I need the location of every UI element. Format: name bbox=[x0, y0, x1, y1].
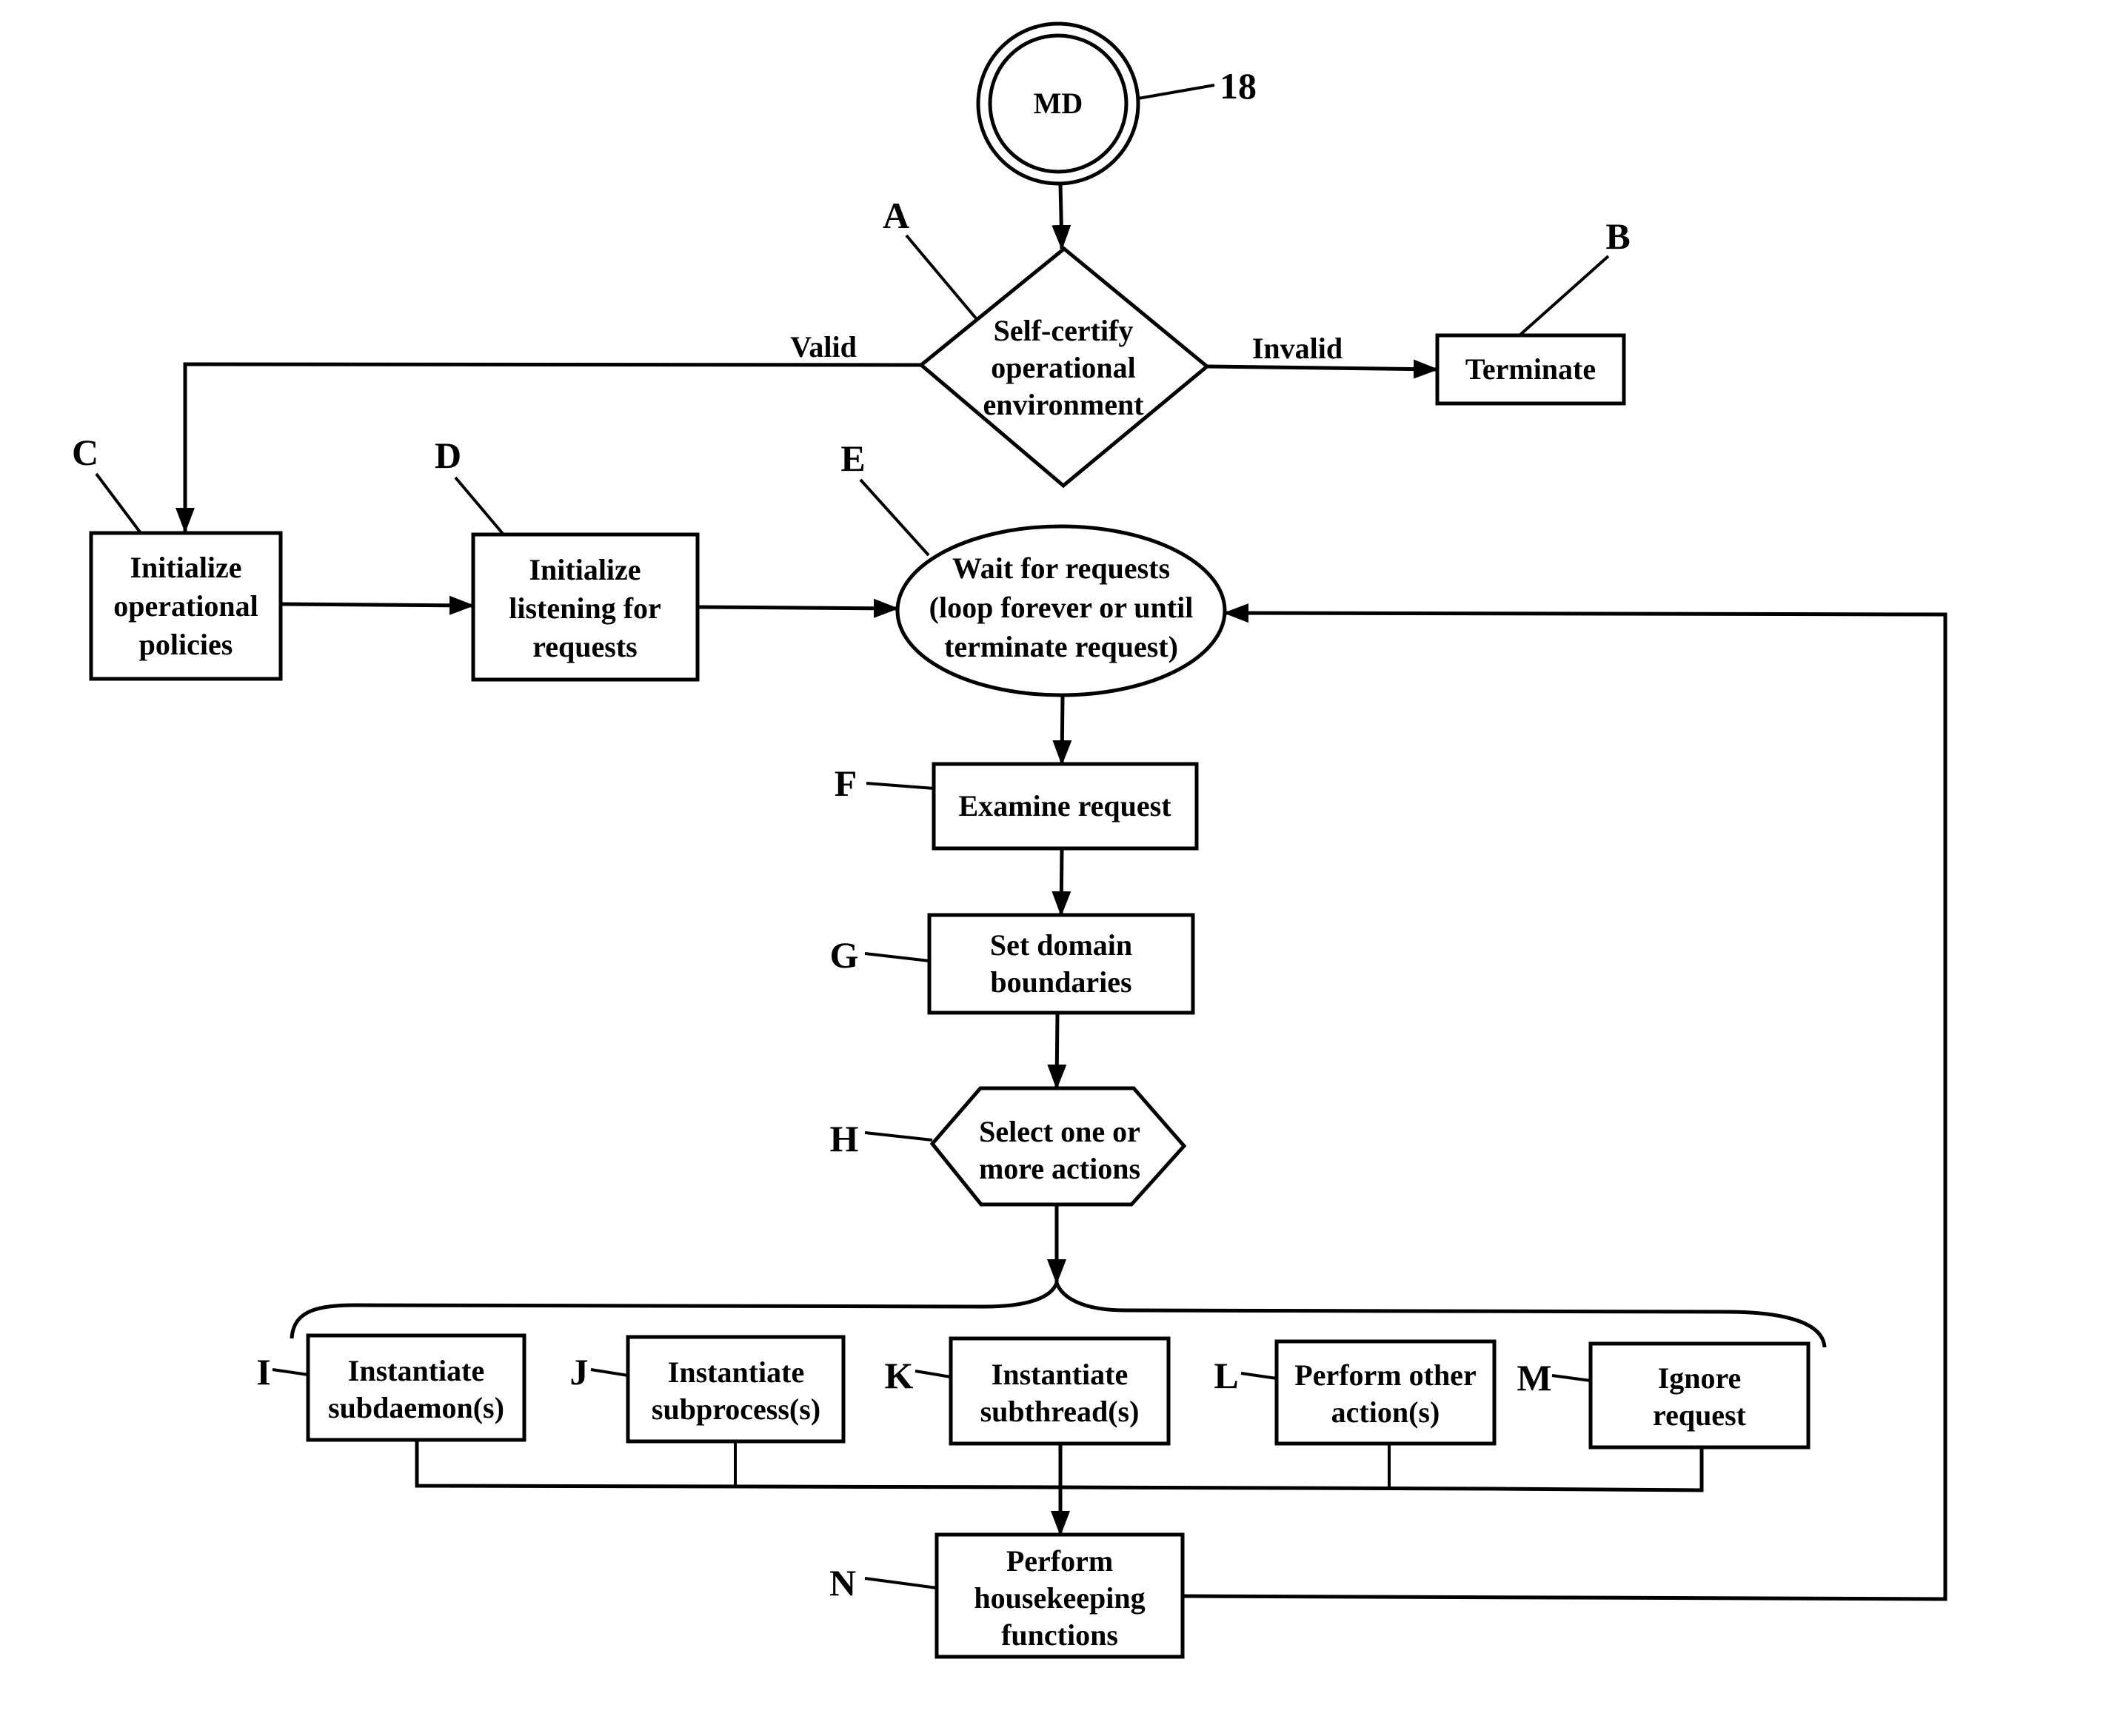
node-e-line-2: (loop forever or until bbox=[929, 591, 1194, 624]
ref-e-leader bbox=[859, 478, 930, 557]
ref-18: 18 bbox=[1220, 65, 1257, 107]
start-node-md: MD bbox=[976, 21, 1140, 186]
ref-m-leader bbox=[1551, 1374, 1591, 1382]
node-k-subthread: Instantiate subthread(s) bbox=[949, 1336, 1171, 1446]
ref-f: F bbox=[835, 763, 857, 804]
ignore-box bbox=[1588, 1341, 1811, 1450]
ref-j-leader bbox=[590, 1368, 629, 1377]
node-g-line-2: boundaries bbox=[990, 965, 1131, 999]
ref-n-leader bbox=[864, 1577, 937, 1589]
node-k-line-1: Instantiate bbox=[992, 1358, 1128, 1391]
node-c-line-1: Initialize bbox=[130, 551, 241, 584]
edge-a-to-b-invalid bbox=[1206, 359, 1439, 379]
node-a-decision: Self-certify operational environment bbox=[918, 246, 1210, 489]
node-i-subdaemon: Instantiate subdaemon(s) bbox=[306, 1333, 526, 1442]
node-b-line-1: Terminate bbox=[1465, 352, 1596, 386]
node-l-line-1: Perform other bbox=[1294, 1358, 1476, 1392]
ref-i-leader bbox=[272, 1368, 309, 1376]
edge-label-valid: Valid bbox=[790, 330, 857, 363]
node-k-line-2: subthread(s) bbox=[980, 1395, 1140, 1428]
node-c-init-policies: Initialize operational policies bbox=[89, 531, 283, 681]
ref-b-leader bbox=[1518, 255, 1610, 337]
node-e-line-3: terminate request) bbox=[944, 630, 1178, 663]
ref-k-leader bbox=[915, 1370, 952, 1378]
ref-i: I bbox=[256, 1351, 270, 1393]
node-d-line-2: listening for bbox=[509, 591, 661, 625]
ref-b: B bbox=[1605, 215, 1630, 257]
ref-l-leader bbox=[1240, 1372, 1277, 1380]
md-label: MD bbox=[1034, 87, 1083, 120]
ref-j: J bbox=[570, 1351, 589, 1393]
ref-k: K bbox=[885, 1355, 914, 1396]
node-l-other-actions: Perform other action(s) bbox=[1274, 1339, 1497, 1446]
node-a-line-2: operational bbox=[991, 351, 1136, 384]
ref-e: E bbox=[840, 438, 865, 479]
ref-d: D bbox=[435, 435, 461, 476]
node-e-wait-requests: Wait for requests (loop forever or until… bbox=[895, 524, 1227, 697]
node-h-select-actions: Select one or more actions bbox=[929, 1086, 1187, 1207]
edge-e-to-f bbox=[1052, 694, 1072, 765]
edge-label-invalid: Invalid bbox=[1252, 332, 1343, 365]
node-m-line-1: Ignore bbox=[1658, 1361, 1742, 1395]
node-g-domain-boundaries: Set domain boundaries bbox=[927, 913, 1195, 1015]
node-a-line-1: Self-certify bbox=[994, 314, 1134, 347]
node-e-line-1: Wait for requests bbox=[952, 552, 1170, 585]
ref-m: M bbox=[1517, 1357, 1551, 1398]
ref-h: H bbox=[830, 1118, 859, 1159]
node-c-line-2: operational bbox=[113, 589, 258, 623]
node-h-line-1: Select one or bbox=[979, 1115, 1140, 1148]
node-n-housekeeping: Perform housekeeping functions bbox=[935, 1532, 1185, 1659]
node-g-line-1: Set domain bbox=[990, 928, 1132, 962]
ref-a: A bbox=[883, 195, 909, 236]
node-i-line-2: subdaemon(s) bbox=[328, 1391, 504, 1424]
node-l-line-2: action(s) bbox=[1331, 1395, 1440, 1429]
flowchart: MD 18 Self-certify operational environme… bbox=[72, 21, 1947, 1659]
ref-f-leader bbox=[866, 782, 935, 790]
edge-a-to-c-valid bbox=[175, 362, 922, 533]
node-a-line-3: environment bbox=[983, 388, 1144, 421]
node-h-line-2: more actions bbox=[979, 1152, 1140, 1185]
node-f-examine-request: Examine request bbox=[932, 762, 1199, 851]
edge-d-to-e bbox=[697, 598, 899, 618]
node-d-init-listening: Initialize listening for requests bbox=[471, 532, 700, 682]
ref-h-leader bbox=[864, 1131, 933, 1142]
edge-md-to-a bbox=[1052, 183, 1071, 250]
node-b-terminate: Terminate bbox=[1435, 333, 1626, 406]
node-n-line-3: functions bbox=[1001, 1618, 1118, 1652]
ref-c: C bbox=[72, 432, 98, 473]
node-n-line-1: Perform bbox=[1006, 1544, 1113, 1578]
ref-d-leader bbox=[454, 476, 505, 536]
node-m-line-2: request bbox=[1653, 1398, 1747, 1432]
ref-a-leader bbox=[905, 234, 977, 320]
node-j-line-1: Instantiate bbox=[668, 1355, 804, 1389]
ref-n: N bbox=[829, 1562, 856, 1603]
ref-c-leader bbox=[95, 472, 142, 534]
edge-f-to-g bbox=[1052, 848, 1071, 916]
ref-g-leader bbox=[864, 952, 930, 962]
node-f-line-1: Examine request bbox=[958, 789, 1171, 822]
node-d-line-1: Initialize bbox=[529, 553, 641, 586]
node-j-line-2: subprocess(s) bbox=[652, 1393, 820, 1426]
ref-18-leader bbox=[1137, 84, 1215, 100]
node-d-line-3: requests bbox=[532, 630, 637, 663]
node-j-subprocess: Instantiate subprocess(s) bbox=[626, 1335, 846, 1444]
edge-c-to-d bbox=[280, 595, 475, 615]
ref-g: G bbox=[830, 934, 859, 976]
edge-n-to-e-loop bbox=[1182, 603, 1947, 1601]
ref-l: L bbox=[1214, 1355, 1238, 1396]
node-n-line-2: housekeeping bbox=[974, 1581, 1145, 1615]
node-m-ignore-request: Ignore request bbox=[1588, 1341, 1811, 1450]
node-i-line-1: Instantiate bbox=[348, 1354, 484, 1387]
node-c-line-3: policies bbox=[139, 628, 233, 661]
